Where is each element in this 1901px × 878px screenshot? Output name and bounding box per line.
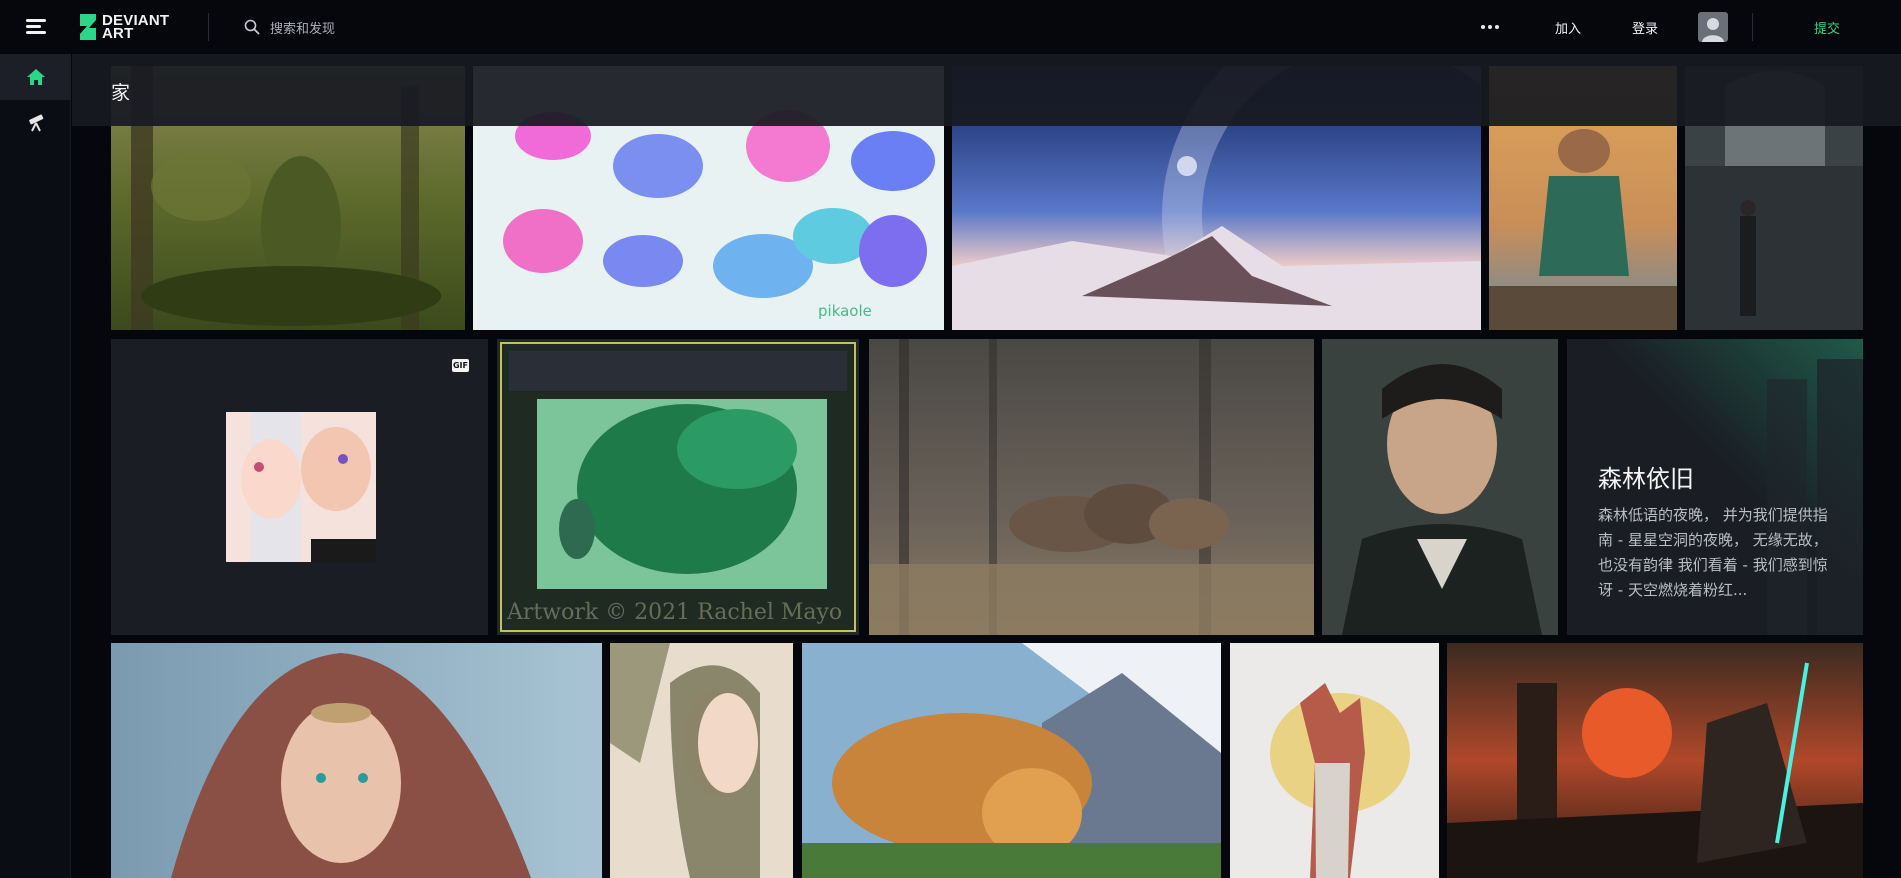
menu-icon[interactable] bbox=[24, 15, 48, 39]
gif-badge: GIF bbox=[452, 359, 469, 372]
artwork-elf-portrait[interactable] bbox=[610, 643, 793, 878]
watermark-text: pikaole bbox=[818, 302, 872, 320]
join-link[interactable]: 加入 bbox=[1555, 18, 1581, 37]
home-icon bbox=[26, 69, 45, 85]
top-bar: DEVIANT ART 搜索和发现 加入 登录 提交 bbox=[0, 0, 1901, 54]
artwork-image bbox=[1230, 643, 1439, 878]
artwork-deer-forest[interactable] bbox=[869, 339, 1314, 635]
avatar[interactable] bbox=[1698, 12, 1728, 42]
telescope-icon bbox=[28, 114, 43, 132]
sidebar bbox=[0, 54, 71, 878]
artwork-image bbox=[610, 643, 793, 878]
search-input[interactable]: 搜索和发现 bbox=[270, 18, 335, 37]
login-link[interactable]: 登录 bbox=[1632, 18, 1658, 37]
deviantart-logo[interactable]: DEVIANT ART bbox=[78, 12, 169, 42]
divider bbox=[208, 13, 209, 41]
artwork-portrait-painting[interactable] bbox=[1322, 339, 1558, 635]
sidebar-item-home[interactable] bbox=[0, 54, 71, 100]
submit-button[interactable]: 提交 bbox=[1814, 18, 1840, 37]
artwork-mosaic-tiger[interactable] bbox=[802, 643, 1221, 878]
artwork-peacock-dragon[interactable]: Artwork © 2021 Rachel Mayo bbox=[497, 339, 859, 635]
page-header: 家 bbox=[72, 54, 1901, 126]
artwork-image bbox=[111, 643, 602, 878]
literature-excerpt: 森林低语的夜晚， 并为我们提供指南 - 星星空洞的夜晚， 无缘无故，也没有韵律 … bbox=[1598, 506, 1828, 599]
artwork-sunset-warrior[interactable] bbox=[1447, 643, 1863, 878]
literature-card[interactable]: 森林依旧 森林低语的夜晚， 并为我们提供指南 - 星星空洞的夜晚， 无缘无故，也… bbox=[1567, 339, 1863, 635]
more-options-icon[interactable] bbox=[1478, 18, 1502, 36]
artwork-anime-girls[interactable] bbox=[111, 339, 488, 635]
artwork-veiled-woman[interactable] bbox=[111, 643, 602, 878]
artwork-image bbox=[1447, 643, 1863, 878]
user-icon bbox=[1702, 18, 1724, 42]
literature-title: 森林依旧 bbox=[1598, 465, 1694, 493]
artwork-image bbox=[802, 643, 1221, 878]
artwork-watercolor-fox[interactable] bbox=[1230, 643, 1439, 878]
watermark-text: Artwork © 2021 Rachel Mayo bbox=[506, 600, 842, 625]
logo-wordmark: DEVIANT ART bbox=[102, 12, 170, 42]
artwork-image: Artwork © 2021 Rachel Mayo bbox=[497, 339, 859, 635]
deviantart-logo-icon bbox=[80, 14, 96, 40]
artwork-image bbox=[226, 412, 376, 562]
artwork-image bbox=[869, 339, 1314, 635]
page-title: 家 bbox=[111, 82, 131, 104]
search-bar[interactable]: 搜索和发现 bbox=[244, 15, 335, 39]
sidebar-item-watch[interactable] bbox=[0, 100, 71, 146]
divider bbox=[1752, 13, 1753, 41]
artwork-image bbox=[1322, 339, 1558, 635]
search-icon bbox=[244, 19, 260, 35]
